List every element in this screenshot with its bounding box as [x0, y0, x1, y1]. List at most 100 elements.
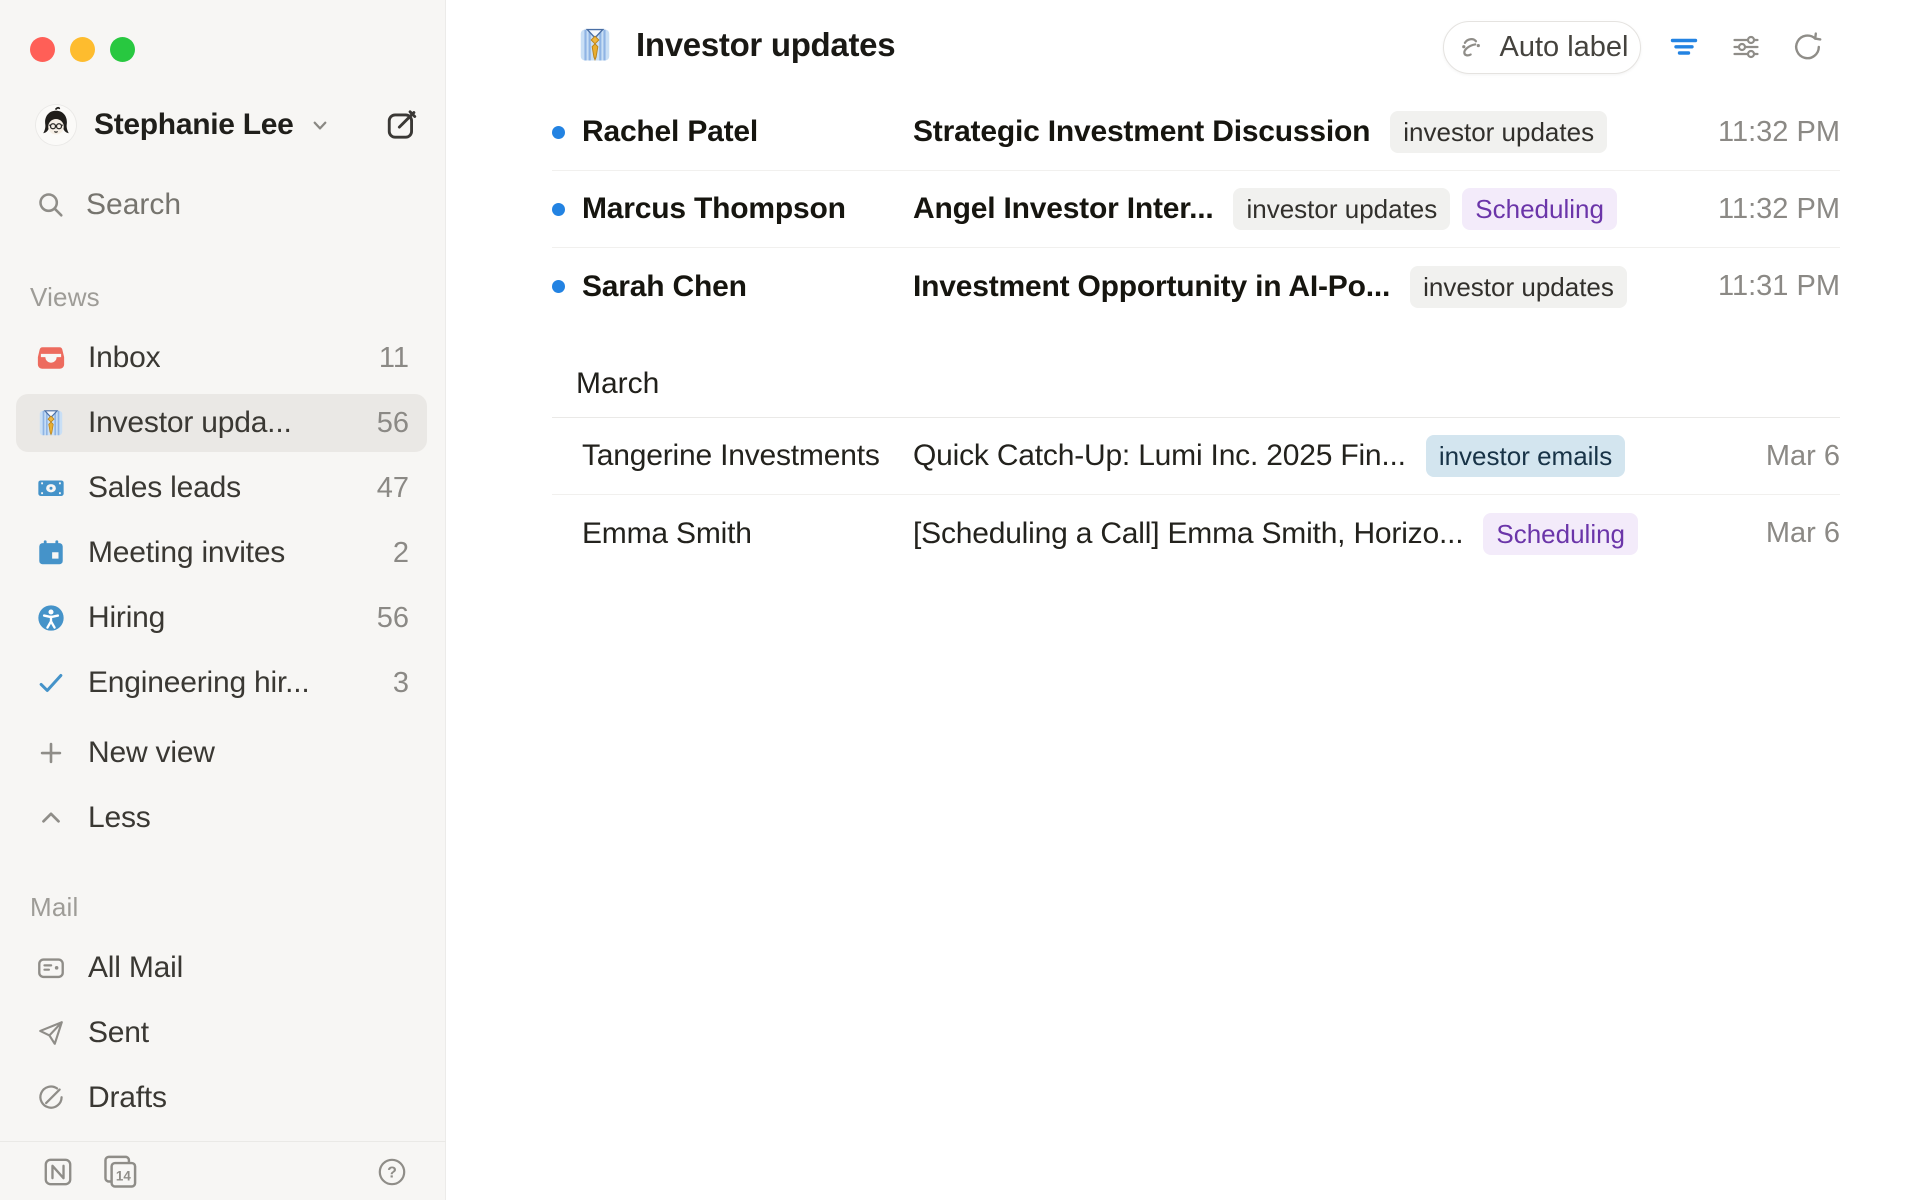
page-title: Investor updates	[636, 26, 895, 64]
chevron-up-icon	[36, 803, 66, 833]
email-tags: investor updates	[1410, 266, 1627, 308]
sidebar-footer-divider	[0, 1141, 446, 1142]
new-view-label: New view	[88, 736, 215, 770]
sidebar-item-label: Engineering hir...	[88, 666, 310, 700]
label-tag: Scheduling	[1462, 188, 1617, 230]
sidebar-item-all-mail[interactable]: All Mail	[16, 939, 427, 997]
search-placeholder: Search	[86, 188, 181, 222]
unread-indicator	[552, 126, 582, 139]
notion-app-button[interactable]	[38, 1152, 78, 1192]
sidebar-item-label: Investor upda...	[88, 406, 292, 440]
less-button[interactable]: Less	[16, 789, 427, 847]
person-circle-icon	[36, 603, 66, 633]
sidebar-item-label: Meeting invites	[88, 536, 285, 570]
refresh-button[interactable]	[1785, 25, 1829, 69]
avatar	[36, 105, 76, 145]
email-row[interactable]: Emma Smith [Scheduling a Call] Emma Smit…	[552, 495, 1840, 572]
unread-dot-icon	[552, 203, 565, 216]
sidebar-item-sales-leads[interactable]: Sales leads 47	[16, 459, 427, 517]
email-subject: Quick Catch-Up: Lumi Inc. 2025 Fin...	[913, 439, 1406, 473]
sidebar-item-investor-updates[interactable]: Investor upda... 56	[16, 394, 427, 452]
notion-logo-icon	[41, 1155, 75, 1189]
email-row[interactable]: Sarah Chen Investment Opportunity in AI-…	[552, 248, 1840, 325]
banknote-icon	[36, 473, 66, 503]
necktie-icon	[576, 26, 614, 64]
sidebar-item-engineering-hiring[interactable]: Engineering hir... 3	[16, 654, 427, 712]
all-mail-icon	[36, 953, 66, 983]
mail-section-label: Mail	[30, 892, 78, 923]
compose-button[interactable]	[383, 106, 421, 144]
email-row[interactable]: Marcus Thompson Angel Investor Inter... …	[552, 171, 1840, 248]
zoom-window-button[interactable]	[110, 37, 135, 62]
inbox-icon	[36, 343, 66, 373]
unread-count: 11	[379, 342, 409, 375]
email-sender: Rachel Patel	[582, 115, 913, 149]
unread-dot-icon	[552, 280, 565, 293]
unread-count: 3	[393, 667, 409, 700]
notion-calendar-button[interactable]: 14	[100, 1152, 140, 1192]
email-sender: Marcus Thompson	[582, 192, 913, 226]
checkmark-icon	[36, 668, 66, 698]
email-time: 11:31 PM	[1698, 270, 1840, 303]
email-time: Mar 6	[1746, 440, 1840, 473]
close-window-button[interactable]	[30, 37, 55, 62]
calendar-14-icon: 14	[101, 1153, 139, 1191]
less-label: Less	[88, 801, 151, 835]
help-button[interactable]: ?	[372, 1152, 412, 1192]
email-row[interactable]: Rachel Patel Strategic Investment Discus…	[552, 94, 1840, 171]
sidebar-item-meeting-invites[interactable]: Meeting invites 2	[16, 524, 427, 582]
window-controls	[30, 37, 135, 62]
sidebar-item-label: Drafts	[88, 1081, 167, 1115]
minimize-window-button[interactable]	[70, 37, 95, 62]
new-view-button[interactable]: New view	[16, 724, 427, 782]
unread-count: 47	[377, 472, 409, 505]
sidebar-item-label: Sent	[88, 1016, 149, 1050]
search-input[interactable]: Search	[36, 183, 405, 227]
unread-indicator	[552, 203, 582, 216]
auto-label-text: Auto label	[1500, 31, 1629, 64]
compose-icon	[385, 108, 419, 142]
necktie-icon	[36, 408, 66, 438]
sidebar-item-label: Inbox	[88, 341, 160, 375]
email-sender: Tangerine Investments	[582, 439, 913, 473]
email-time: 11:32 PM	[1698, 193, 1840, 226]
email-row[interactable]: Tangerine Investments Quick Catch-Up: Lu…	[552, 418, 1840, 495]
sliders-icon	[1730, 31, 1762, 63]
sidebar-item-label: All Mail	[88, 951, 183, 985]
sidebar-item-drafts[interactable]: Drafts	[16, 1069, 427, 1127]
mail-list-pane: Investor updates Auto label	[446, 0, 1920, 1200]
paper-plane-icon	[36, 1018, 66, 1048]
question-mark-icon: ?	[376, 1156, 408, 1188]
auto-label-button[interactable]: Auto label	[1443, 21, 1641, 74]
label-tag: investor updates	[1410, 266, 1627, 308]
account-switcher[interactable]: Stephanie Lee	[36, 103, 423, 147]
mail-app-window: Stephanie Lee Search Views	[0, 0, 1920, 1200]
sidebar-item-inbox[interactable]: Inbox 11	[16, 329, 427, 387]
email-sender: Sarah Chen	[582, 270, 913, 304]
display-settings-button[interactable]	[1724, 25, 1768, 69]
sidebar-item-label: Hiring	[88, 601, 165, 635]
email-tags: investor emails	[1426, 435, 1625, 477]
filter-button[interactable]	[1662, 25, 1706, 69]
chevron-down-icon	[308, 113, 332, 137]
label-tag: investor updates	[1233, 188, 1450, 230]
plus-icon	[36, 738, 66, 768]
label-tag: investor updates	[1390, 111, 1607, 153]
email-subject: [Scheduling a Call] Emma Smith, Horizo..…	[913, 517, 1463, 551]
filter-icon	[1668, 31, 1700, 63]
list-header: Investor updates Auto label	[446, 0, 1920, 96]
email-tags: Scheduling	[1483, 513, 1638, 555]
drafts-icon	[36, 1083, 66, 1113]
unread-count: 56	[377, 407, 409, 440]
email-sender: Emma Smith	[582, 517, 913, 551]
search-icon	[36, 190, 66, 220]
sidebar-item-hiring[interactable]: Hiring 56	[16, 589, 427, 647]
sidebar: Stephanie Lee Search Views	[0, 0, 446, 1200]
sidebar-item-sent[interactable]: Sent	[16, 1004, 427, 1062]
email-subject: Angel Investor Inter...	[913, 192, 1213, 226]
views-section-label: Views	[30, 282, 100, 313]
svg-text:?: ?	[387, 1165, 397, 1182]
email-tags: investor updates Scheduling	[1233, 188, 1616, 230]
svg-text:14: 14	[116, 1168, 131, 1183]
email-time: 11:32 PM	[1698, 116, 1840, 149]
